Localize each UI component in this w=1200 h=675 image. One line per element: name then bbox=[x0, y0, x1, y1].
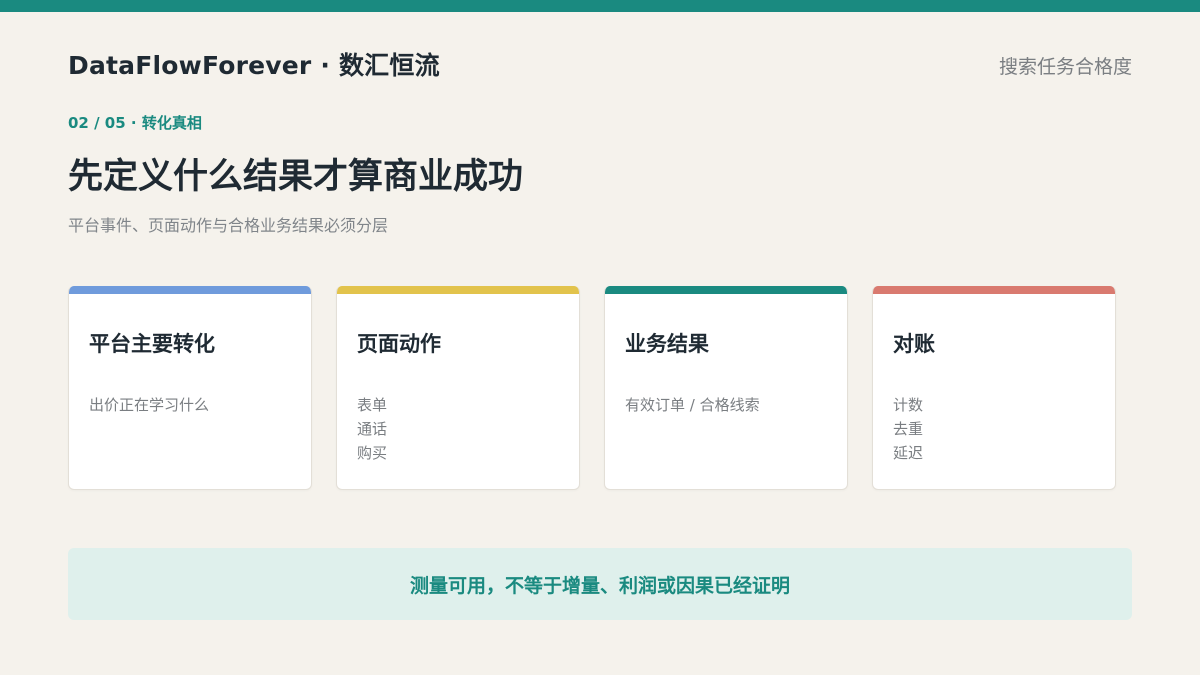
callout-text: 测量可用，不等于增量、利润或因果已经证明 bbox=[409, 574, 790, 597]
brand-title: DataFlowForever · 数汇恒流 bbox=[68, 51, 440, 80]
page-title: 先定义什么结果才算商业成功 bbox=[68, 157, 524, 197]
card-accent-bar bbox=[69, 286, 311, 294]
card-item: 延迟 bbox=[893, 444, 924, 462]
card-reconciliation: 对账 计数 去重 延迟 bbox=[872, 286, 1116, 490]
card-item: 去重 bbox=[893, 420, 924, 438]
card-accent-bar bbox=[337, 286, 579, 294]
card-item: 有效订单 / 合格线索 bbox=[625, 396, 760, 414]
card-item-list: 有效订单 / 合格线索 bbox=[625, 393, 760, 417]
top-accent-bar bbox=[0, 0, 1200, 12]
card-accent-bar bbox=[873, 286, 1115, 294]
header-topic-label: 搜索任务合格度 bbox=[998, 56, 1132, 78]
card-title: 页面动作 bbox=[357, 332, 441, 356]
card-item-list: 计数 去重 延迟 bbox=[893, 393, 923, 465]
card-business-results: 业务结果 有效订单 / 合格线索 bbox=[604, 286, 848, 490]
page-subtitle: 平台事件、页面动作与合格业务结果必须分层 bbox=[68, 216, 389, 235]
card-row: 平台主要转化 出价正在学习什么 页面动作 表单 通话 购买 业务结果 有效订单 … bbox=[68, 286, 1116, 490]
callout-note: 测量可用，不等于增量、利润或因果已经证明 bbox=[68, 548, 1132, 620]
slide-eyebrow: 02 / 05 · 转化真相 bbox=[68, 114, 202, 132]
card-platform-conversion: 平台主要转化 出价正在学习什么 bbox=[68, 286, 312, 490]
card-title: 业务结果 bbox=[625, 332, 709, 356]
card-title: 平台主要转化 bbox=[89, 332, 215, 356]
card-page-actions: 页面动作 表单 通话 购买 bbox=[336, 286, 580, 490]
card-item: 购买 bbox=[357, 444, 388, 462]
card-item: 通话 bbox=[357, 420, 388, 438]
card-item: 出价正在学习什么 bbox=[89, 396, 210, 414]
card-accent-bar bbox=[605, 286, 847, 294]
card-item: 计数 bbox=[893, 396, 924, 414]
card-item-list: 出价正在学习什么 bbox=[89, 393, 209, 417]
card-title: 对账 bbox=[893, 332, 935, 356]
card-item-list: 表单 通话 购买 bbox=[357, 393, 387, 465]
card-item: 表单 bbox=[357, 396, 388, 414]
